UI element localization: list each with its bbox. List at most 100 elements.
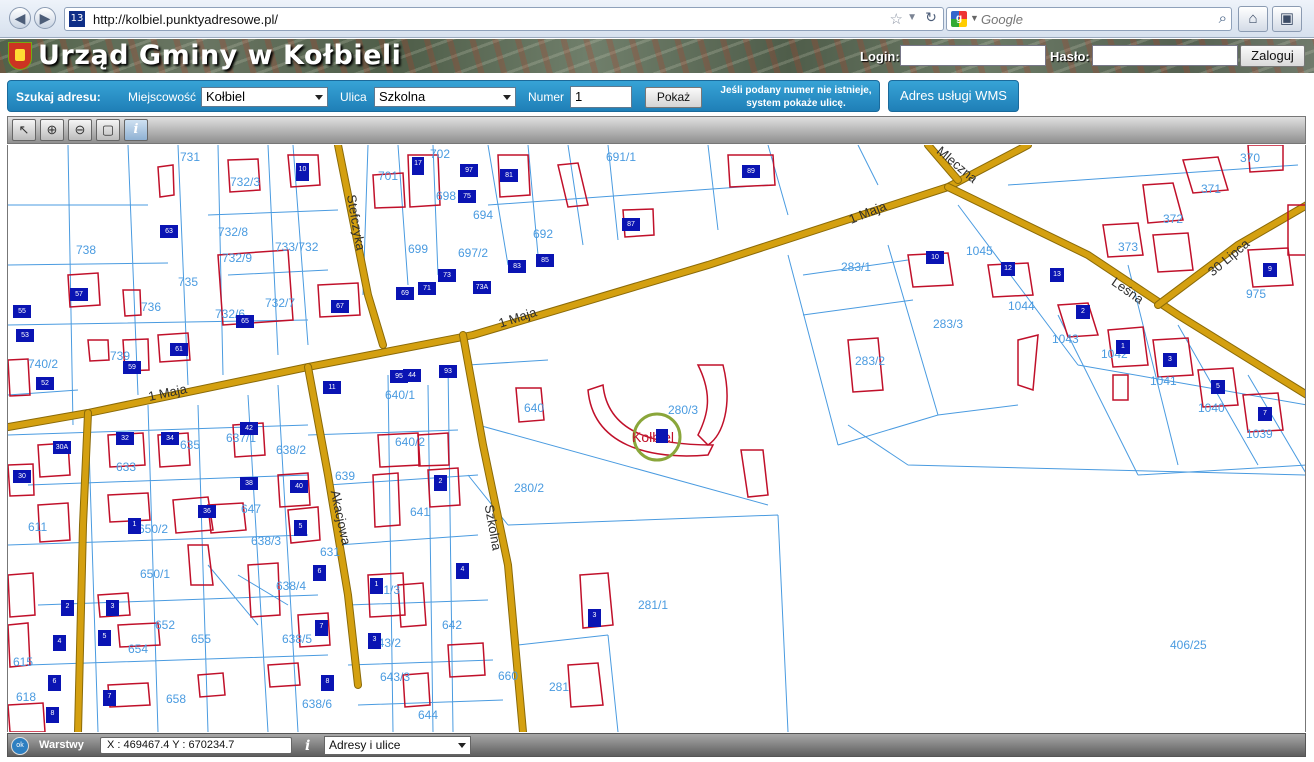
address-point[interactable]: 11 [323, 381, 341, 394]
address-point[interactable]: 4 [456, 563, 469, 579]
address-point[interactable]: 36 [198, 505, 216, 518]
address-point[interactable]: 42 [240, 422, 258, 435]
address-point[interactable]: 13 [1050, 268, 1064, 282]
url-text[interactable]: http://kolbiel.punktyadresowe.pl/ [93, 12, 278, 27]
address-point[interactable]: 73 [438, 269, 456, 282]
address-bar[interactable]: 13 http://kolbiel.punktyadresowe.pl/ ☆ ▼… [64, 7, 944, 31]
search-icon[interactable]: ⌕ [1219, 10, 1227, 27]
address-point[interactable]: 63 [160, 225, 178, 238]
parcel-label: 654 [128, 642, 149, 656]
parcel-label: 633 [116, 460, 137, 474]
address-point[interactable]: 9 [1263, 263, 1277, 277]
web-search-box[interactable]: g ▼ Google ⌕ [946, 7, 1232, 31]
address-point[interactable]: 53 [16, 329, 34, 342]
parcel-label: 638/3 [251, 534, 282, 548]
address-point[interactable]: 44 [403, 369, 421, 382]
select-arrow-icon[interactable]: ↖ [12, 119, 36, 141]
address-point[interactable]: 69 [396, 287, 414, 300]
address-point[interactable]: 89 [742, 165, 760, 178]
parcel-label: 732/9 [222, 251, 253, 265]
address-point[interactable]: 75 [458, 190, 476, 203]
address-point[interactable]: 1 [370, 578, 383, 594]
address-point[interactable]: 87 [622, 218, 640, 231]
password-input[interactable] [1092, 45, 1238, 66]
parcel-label: 631 [320, 545, 341, 559]
url-dropdown-icon[interactable]: ▼ [907, 12, 917, 23]
address-point[interactable]: 3 [368, 633, 381, 649]
address-point[interactable]: 61 [170, 343, 188, 356]
info-icon[interactable]: i [305, 736, 317, 756]
forward-icon[interactable]: ▶ [34, 7, 56, 29]
map-view[interactable]: 1 Maja 1 Maja 1 Maja Szkolna Akacjowa St… [7, 145, 1306, 732]
address-point[interactable]: 52 [36, 377, 54, 390]
reload-icon[interactable]: ↻ [921, 9, 941, 29]
address-point[interactable]: 85 [536, 254, 554, 267]
address-point[interactable]: 2 [61, 600, 74, 616]
address-point[interactable]: 4 [53, 635, 66, 651]
address-point[interactable]: 5 [294, 520, 307, 536]
address-point[interactable]: 7 [1258, 407, 1272, 421]
address-point[interactable]: 97 [460, 164, 478, 177]
address-point[interactable]: 6 [48, 675, 61, 691]
wms-address-button[interactable]: Adres usługi WMS [888, 80, 1019, 112]
address-point[interactable]: 55 [13, 305, 31, 318]
address-point[interactable]: 10 [926, 251, 944, 264]
address-point[interactable]: 8 [46, 707, 59, 723]
address-point[interactable]: 10 [296, 163, 309, 181]
zoom-in-icon[interactable]: ⊕ [40, 119, 64, 141]
parcel-label: 642 [442, 618, 463, 632]
parcel-label: 283/1 [841, 260, 872, 274]
address-point[interactable]: 7 [103, 690, 116, 706]
address-point[interactable]: 12 [1001, 262, 1015, 276]
parcel-label: 638/6 [302, 697, 333, 711]
address-point[interactable]: 32 [116, 432, 134, 445]
login-button[interactable]: Zaloguj [1240, 45, 1305, 67]
address-point[interactable]: 2 [1076, 305, 1090, 319]
back-icon[interactable]: ◀ [9, 7, 31, 29]
address-point[interactable]: 8 [321, 675, 334, 691]
number-input[interactable]: 1 [570, 86, 632, 108]
town-select[interactable]: Kołbiel [201, 87, 328, 107]
address-point[interactable]: 73A [473, 281, 491, 294]
zoom-out-icon[interactable]: ⊖ [68, 119, 92, 141]
address-point[interactable]: 81 [500, 169, 518, 182]
address-point[interactable]: 93 [439, 365, 457, 378]
address-point[interactable]: 40 [290, 480, 308, 493]
address-point-selected[interactable] [656, 429, 668, 443]
parcel-label: 698 [436, 189, 457, 203]
address-point[interactable]: 17 [412, 157, 424, 175]
address-point[interactable]: 7 [315, 620, 328, 636]
address-point[interactable]: 34 [161, 432, 179, 445]
layers-label[interactable]: Warstwy [39, 739, 84, 751]
address-point[interactable]: 65 [236, 315, 254, 328]
address-point[interactable]: 3 [106, 600, 119, 616]
address-point[interactable]: 71 [418, 282, 436, 295]
parcel-label: 647 [241, 502, 262, 516]
address-point[interactable]: 30A [53, 441, 71, 454]
address-point[interactable]: 83 [508, 260, 526, 273]
home-icon[interactable]: ⌂ [1238, 6, 1268, 32]
address-point[interactable]: 59 [123, 361, 141, 374]
address-point[interactable]: 1 [1116, 340, 1130, 354]
address-point[interactable]: 1 [128, 518, 141, 534]
address-point[interactable]: 38 [240, 477, 258, 490]
show-button[interactable]: Pokaż [645, 87, 702, 108]
address-point[interactable]: 67 [331, 300, 349, 313]
addon-icon[interactable]: ▣ [1272, 6, 1302, 32]
bookmark-star-icon[interactable]: ☆ [890, 10, 903, 28]
layers-icon[interactable]: ok [11, 737, 29, 755]
address-point[interactable]: 5 [1211, 380, 1225, 394]
address-point[interactable]: 30 [13, 470, 31, 483]
info-icon[interactable]: i [124, 119, 148, 141]
address-point[interactable]: 3 [1163, 353, 1177, 367]
zoom-extent-icon[interactable]: ▢ [96, 119, 120, 141]
layer-select[interactable]: Adresy i ulice [324, 736, 471, 755]
address-point[interactable]: 5 [98, 630, 111, 646]
address-point[interactable]: 57 [70, 288, 88, 301]
address-point[interactable]: 2 [434, 475, 447, 491]
search-engine-dropdown-icon[interactable]: ▼ [970, 13, 979, 23]
address-point[interactable]: 3 [588, 609, 601, 627]
login-input[interactable] [900, 45, 1046, 66]
street-select[interactable]: Szkolna [374, 87, 516, 107]
address-point[interactable]: 6 [313, 565, 326, 581]
